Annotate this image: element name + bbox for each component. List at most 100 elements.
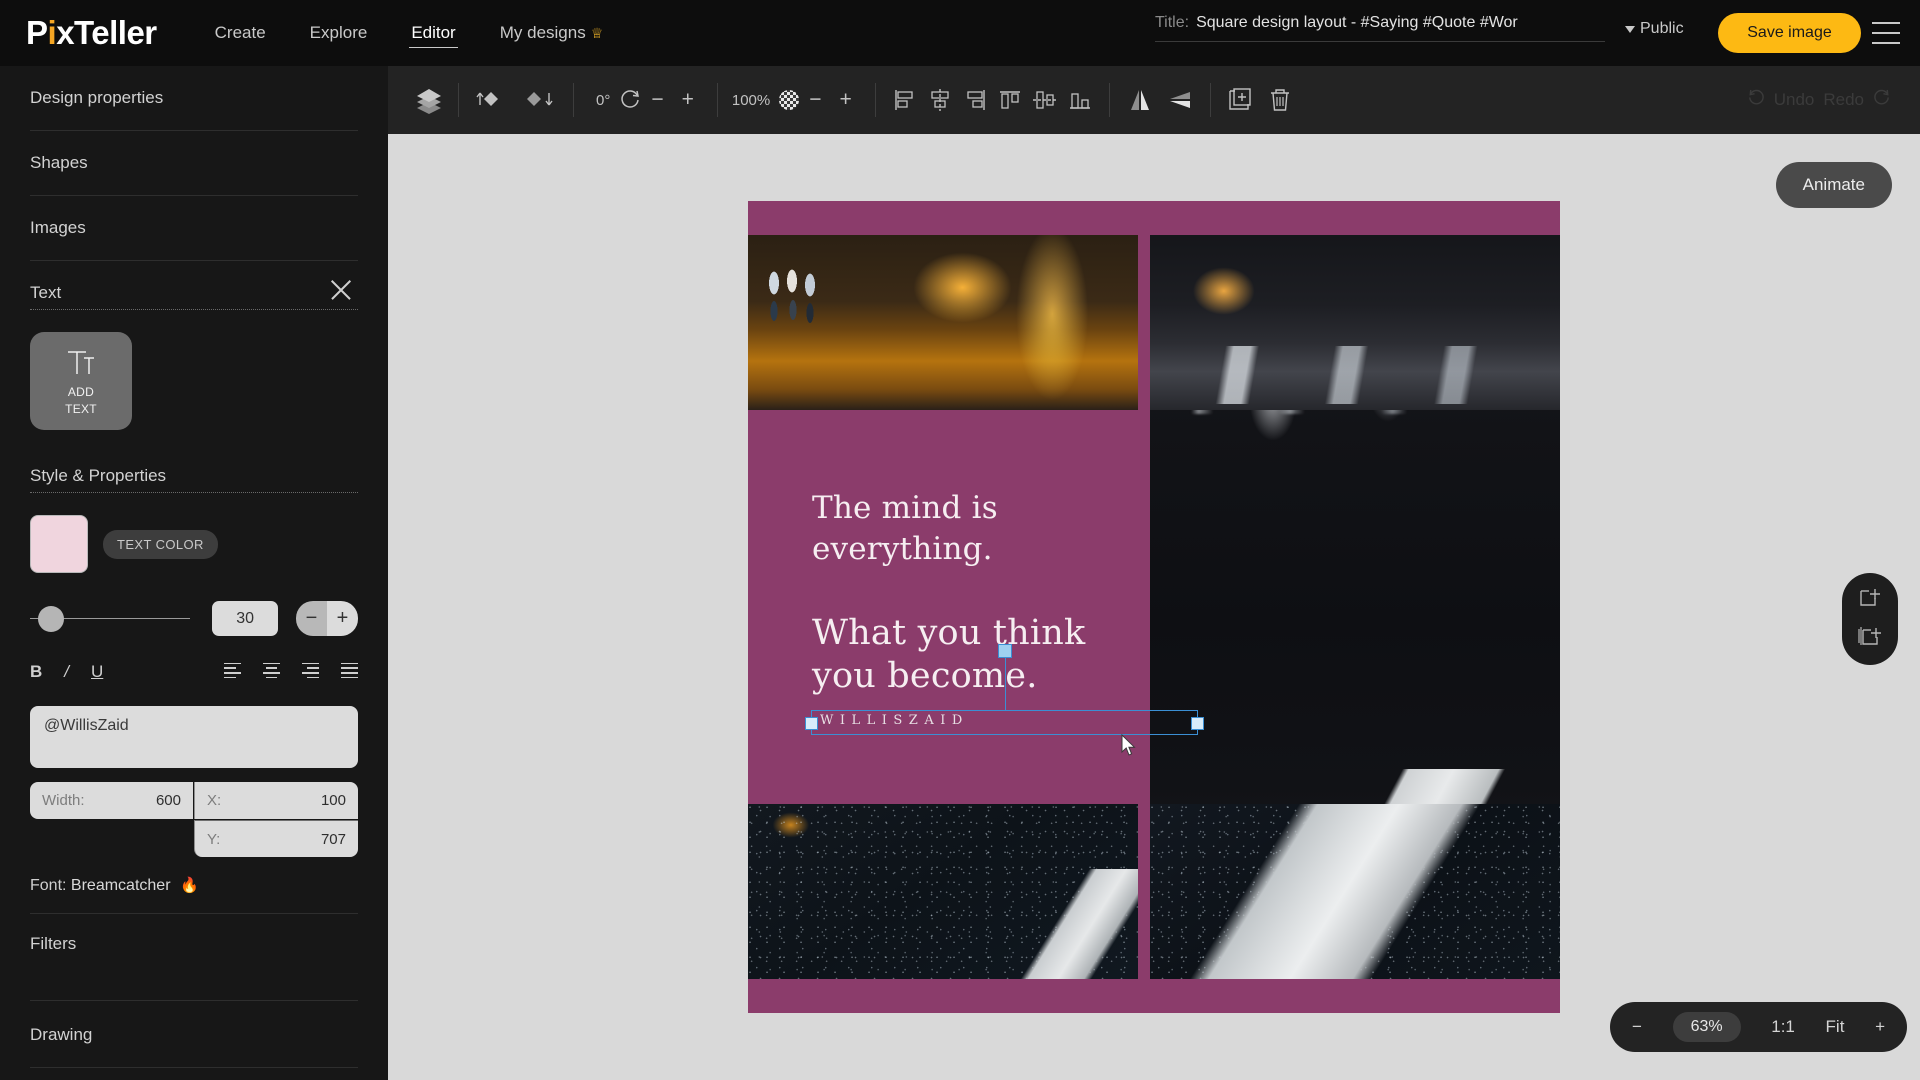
pixteller-logo[interactable]: PixTeller [26, 14, 157, 52]
rotation-increase-button[interactable]: + [673, 88, 703, 112]
sidebar-item-shapes[interactable]: Shapes [30, 131, 358, 196]
canvas-stage[interactable]: The mind is everything. What you think y… [388, 134, 1920, 1080]
align-right-edge-icon[interactable] [960, 87, 990, 113]
text-color-swatch[interactable] [30, 515, 88, 573]
resize-handle-left[interactable] [805, 717, 818, 730]
width-field[interactable]: Width: 600 [30, 782, 193, 819]
align-left-edge-icon[interactable] [890, 87, 920, 113]
font-selector[interactable]: Font: Breamcatcher 🔥 [30, 860, 358, 914]
font-size-decrease-button[interactable]: − [296, 601, 327, 636]
design-canvas[interactable]: The mind is everything. What you think y… [748, 201, 1560, 1013]
photo-top-left[interactable] [748, 235, 1138, 410]
nav-item-editor[interactable]: Editor [409, 19, 458, 48]
sidebar-item-filters[interactable]: Filters [30, 914, 358, 1001]
align-v-center-icon[interactable] [1030, 87, 1060, 113]
crosswalk-stripe [918, 869, 1138, 979]
align-justify-icon[interactable] [341, 662, 358, 681]
nav-item-explore[interactable]: Explore [308, 19, 370, 47]
sidebar-item-images[interactable]: Images [30, 196, 358, 261]
duplicate-frame-icon[interactable] [1857, 624, 1883, 653]
text-color-row: TEXT COLOR [30, 515, 358, 573]
opacity-increase-button[interactable]: + [831, 88, 861, 112]
save-image-button[interactable]: Save image [1718, 13, 1861, 53]
opacity-decrease-button[interactable]: − [800, 88, 830, 112]
zoom-level-value[interactable]: 63% [1672, 1012, 1741, 1042]
photo-bottom-right[interactable] [1150, 804, 1560, 979]
title-input[interactable]: Square design layout - #Saying #Quote #W… [1196, 14, 1518, 32]
align-right-icon[interactable] [302, 662, 319, 681]
x-field[interactable]: X: 100 [194, 782, 358, 819]
quote-line-4: you become. [812, 656, 1038, 696]
slider-knob[interactable] [38, 605, 64, 632]
width-value[interactable]: 600 [156, 792, 181, 809]
hamburger-menu-icon[interactable] [1872, 22, 1900, 44]
align-center-icon[interactable] [263, 662, 280, 681]
hamburger-line [1872, 32, 1900, 34]
align-left-icon[interactable] [224, 662, 241, 681]
nav-item-create[interactable]: Create [213, 19, 268, 47]
rotation-handle[interactable] [997, 644, 1012, 658]
title-label: Title: [1155, 14, 1190, 31]
align-bottom-edge-icon[interactable] [1065, 87, 1095, 113]
opacity-value[interactable]: 100% [732, 92, 770, 109]
flip-horizontal-icon[interactable] [1124, 86, 1156, 114]
visibility-selector[interactable]: Public [1625, 20, 1684, 38]
x-value[interactable]: 100 [321, 792, 346, 809]
selected-text-label: WILLISZAID [820, 713, 969, 728]
quote-text-object[interactable]: The mind is everything. What you think y… [812, 488, 1162, 698]
zoom-fit-button[interactable]: Fit [1826, 1017, 1845, 1037]
nav-item-my-designs[interactable]: My designs ♕ [498, 19, 606, 47]
add-text-button[interactable]: ADD TEXT [30, 332, 132, 430]
sidebar-item-drawing[interactable]: Drawing [30, 1001, 358, 1068]
font-size-increase-button[interactable]: + [327, 601, 358, 636]
selected-text-object[interactable]: WILLISZAID [805, 644, 1204, 735]
sidebar-item-text[interactable]: Text [30, 261, 358, 310]
animate-button[interactable]: Animate [1775, 162, 1892, 208]
italic-button[interactable]: / [64, 662, 69, 682]
text-content-input[interactable]: @WillisZaid [30, 706, 358, 768]
crown-icon: ♕ [590, 25, 604, 41]
rotation-value[interactable]: 0° [596, 92, 610, 109]
bold-button[interactable]: B [30, 662, 42, 682]
redo-button: Redo [1823, 90, 1864, 109]
logo-text-pre: P [26, 14, 48, 51]
undo-icon [1746, 88, 1765, 112]
align-h-center-icon[interactable] [925, 87, 955, 113]
width-label: Width: [42, 792, 85, 809]
photo-top-right[interactable] [1150, 235, 1560, 410]
toolbar-divider [716, 83, 718, 117]
text-align-group [224, 662, 358, 681]
style-properties-heading: Style & Properties [30, 466, 358, 493]
align-top-edge-icon[interactable] [995, 87, 1025, 113]
font-size-slider[interactable] [30, 605, 190, 632]
close-icon[interactable] [328, 277, 354, 303]
rotation-decrease-button[interactable]: − [642, 88, 672, 112]
layers-icon[interactable] [414, 85, 444, 115]
design-title-field[interactable]: Title: Square design layout - #Saying #Q… [1155, 14, 1605, 42]
flip-vertical-icon[interactable] [1164, 86, 1196, 114]
trash-icon[interactable] [1267, 86, 1293, 114]
font-size-input[interactable]: 30 [212, 601, 279, 636]
left-sidebar: Design properties Shapes Images Text ADD… [0, 66, 388, 1080]
rotate-icon[interactable] [618, 88, 642, 112]
toolbar-divider [874, 83, 876, 117]
add-frame-icon[interactable] [1857, 585, 1883, 614]
resize-handle-right[interactable] [1191, 717, 1204, 730]
transparency-icon[interactable] [778, 89, 800, 111]
zoom-actual-size-button[interactable]: 1:1 [1771, 1017, 1795, 1037]
photo-bottom-left[interactable] [748, 804, 1138, 979]
zoom-in-button[interactable]: + [1875, 1017, 1885, 1037]
position-size-fields: Width: 600 X: 100 Y: 707 [30, 782, 358, 860]
toolbar-divider [573, 83, 574, 117]
y-field[interactable]: Y: 707 [194, 820, 358, 857]
zoom-out-button[interactable]: − [1632, 1017, 1642, 1037]
bring-forward-icon[interactable] [473, 87, 513, 113]
toolbar-divider [1108, 83, 1110, 117]
y-value[interactable]: 707 [321, 831, 346, 848]
duplicate-icon[interactable] [1225, 86, 1255, 114]
mouse-cursor [1121, 733, 1137, 762]
sidebar-item-design-properties[interactable]: Design properties [30, 66, 358, 131]
zoom-controls: − 63% 1:1 Fit + [1610, 1002, 1907, 1052]
underline-button[interactable]: U [91, 662, 103, 682]
send-backward-icon[interactable] [519, 87, 559, 113]
